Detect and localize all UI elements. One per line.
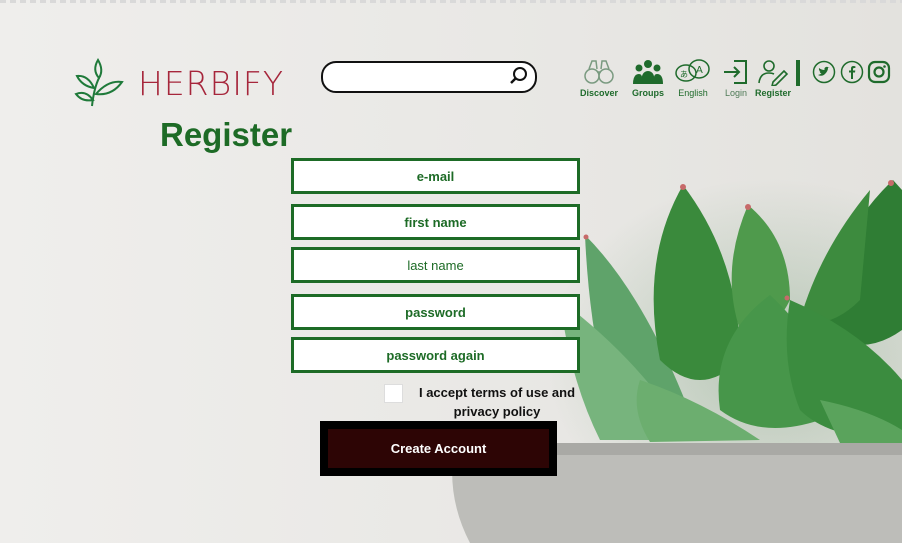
create-account-label: Create Account [328,429,549,468]
terms-checkbox[interactable] [384,384,403,403]
svg-text:A: A [696,65,703,76]
nav-divider [796,60,800,86]
password-field[interactable]: password [291,294,580,330]
first-name-field[interactable]: first name [291,204,580,240]
page-title: Register [160,116,293,153]
nav-login[interactable]: Login [722,58,750,98]
brand-name: HERBIFY [138,63,285,103]
facebook-icon[interactable] [840,60,864,84]
search-input[interactable] [321,61,537,93]
nav-register-label: Register [755,88,792,98]
nav-language-label: English [678,88,708,98]
nav-discover[interactable]: Discover [580,58,618,98]
register-user-icon [758,60,789,86]
create-account-button[interactable]: Create Account [320,421,557,476]
nav-groups[interactable]: Groups [632,58,664,98]
groups-icon [633,60,663,84]
binoculars-icon [584,60,614,84]
nav-language[interactable]: A あ English [675,58,711,98]
email-field[interactable]: e-mail [291,158,580,194]
nav-register[interactable]: Register [755,58,791,98]
instagram-icon[interactable] [867,60,891,84]
leaf-logo-icon [74,58,124,107]
nav-login-label: Login [724,88,748,98]
terms-label: I accept terms of use and privacy policy [418,385,576,419]
svg-text:あ: あ [680,70,688,79]
brand-logo[interactable]: HERBIFY [74,58,284,108]
translate-icon: A あ [675,59,710,82]
search-icon[interactable] [509,66,529,86]
nav-groups-label: Groups [632,88,665,98]
last-name-field[interactable]: last name [291,247,580,283]
login-icon [724,60,747,84]
nav-discover-label: Discover [580,88,619,98]
password-again-field[interactable]: password again [291,337,580,373]
twitter-icon[interactable] [812,60,836,84]
